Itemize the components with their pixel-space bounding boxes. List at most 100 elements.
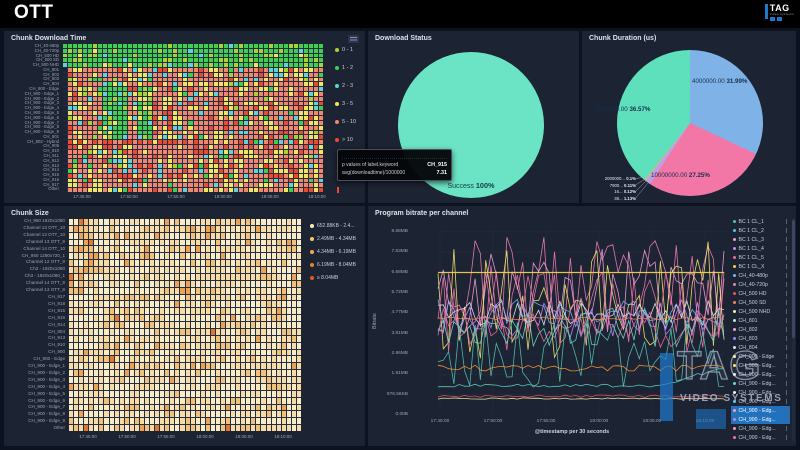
legend-item[interactable]: 652.88KB - 2.4... xyxy=(310,223,356,229)
tooltip-row: avg(downloadtime)/1000000 7.31 xyxy=(342,170,447,176)
x-tick-label: 17:45:00 xyxy=(430,419,450,424)
legend-dot-icon xyxy=(733,247,736,250)
legend-item[interactable]: CH_500 NHD xyxy=(731,307,790,316)
x-tick-label: 18:00:00 xyxy=(196,434,214,439)
legend-item[interactable]: CH_900 - Edg... xyxy=(731,388,790,397)
legend-tick-icon xyxy=(786,381,787,386)
legend-item[interactable]: 5 - 10 xyxy=(335,119,356,125)
legend-item[interactable]: CH_900 - Edg... xyxy=(731,433,790,442)
hm-row-label: CH_900 - Edge_7 xyxy=(28,404,65,410)
hm2-grid[interactable] xyxy=(69,219,301,431)
legend-item[interactable]: CH_900 - Edg... xyxy=(731,415,790,424)
hm1-grid[interactable] xyxy=(63,44,323,192)
legend-item[interactable]: 4.34MB - 6.19MB xyxy=(310,249,356,255)
legend-item[interactable]: > 10 xyxy=(335,137,356,143)
legend-item[interactable]: CH_40-480p xyxy=(731,271,790,280)
pie-slice-label: Success 100% xyxy=(447,181,495,190)
hm-row-label: CH_914 xyxy=(48,321,65,327)
hm1-legend: 0 - 1 1 - 2 2 - 3 3 - 5 5 - 10 > 10 xyxy=(335,47,356,143)
hm-row-label: CH_900 xyxy=(48,349,65,355)
hm-row-label: Ch3 - 1920x1080_1 xyxy=(24,273,65,279)
panel-chunk-download-time: Chunk Download Time CH_40-480p CH_40-720p… xyxy=(4,31,365,203)
legend-scrollbar[interactable] xyxy=(792,218,795,442)
legend-item[interactable]: CH_900 - Edg... xyxy=(731,370,790,379)
bitrate-plot[interactable] xyxy=(414,222,730,418)
panel-menu-icon[interactable] xyxy=(348,35,359,43)
legend-item[interactable]: BC 1 CL_4 xyxy=(731,244,790,253)
legend-dot-icon xyxy=(335,138,339,142)
legend-dot-icon xyxy=(335,84,339,88)
legend-tick-icon xyxy=(786,345,787,350)
hm-row-label: Channel 12 OTT_9 xyxy=(25,259,65,265)
x-tick-label: 17:45:00 xyxy=(73,194,91,199)
hm2-rows: CH_950 1920x1080 Channel 13 OTT_10 Channel… xyxy=(4,218,65,431)
hm-row-label: CH_950 1280x720_1 xyxy=(21,252,65,258)
legend-item[interactable]: CH_803 xyxy=(731,334,790,343)
hm-row-label: Channel 13 OTT_9 xyxy=(25,238,65,244)
legend-dot-icon xyxy=(733,418,736,421)
legend-item[interactable]: 6.19MB - 8.04MB xyxy=(310,262,356,268)
panel-title-chunk-size[interactable]: Chunk Size xyxy=(11,210,49,217)
legend-item[interactable]: CH_40-720p xyxy=(731,280,790,289)
x-tick-label: 18:05:00 xyxy=(261,194,279,199)
legend-tick-icon xyxy=(786,399,787,404)
x-tick-label: 18:10:00 xyxy=(695,419,715,424)
legend-item[interactable]: CH_900 - Edg... xyxy=(731,406,790,415)
hm1-rows: CH_40-480p CH_40-720p CH_500 HD CH_500 SD CH… xyxy=(4,43,59,192)
x-tick-label: 18:00:00 xyxy=(589,419,609,424)
legend-item[interactable]: BC 1 CL_1 xyxy=(731,217,790,226)
legend-dot-icon xyxy=(733,238,736,241)
legend-dot-icon xyxy=(335,66,339,70)
x-tick-label: 18:05:00 xyxy=(642,419,662,424)
legend-item[interactable]: 0 - 1 xyxy=(335,47,356,53)
legend-item[interactable]: CH_801 xyxy=(731,316,790,325)
y-tick-label: 976.56KB xyxy=(386,391,408,397)
y-tick-label: 0.00B xyxy=(395,412,408,417)
legend-item[interactable]: ≥ 8.04MB xyxy=(310,275,356,281)
legend-item[interactable]: 2.49MB - 4.34MB xyxy=(310,236,356,242)
hm-row-label: CH_900 - Edge_3 xyxy=(28,376,65,382)
legend-item[interactable]: 3 - 5 xyxy=(335,101,356,107)
panel-title-chunk-download-time[interactable]: Chunk Download Time xyxy=(11,35,86,42)
legend-tick-icon xyxy=(786,327,787,332)
legend-item[interactable]: CH_500 HD xyxy=(731,289,790,298)
legend-tick-icon xyxy=(786,390,787,395)
legend-dot-icon xyxy=(310,237,314,241)
hm-row-label: CH_900 - Edge_5 xyxy=(28,390,65,396)
y-tick-label: 8.58MB xyxy=(391,228,408,234)
legend-item[interactable]: CH_900 - Edg... xyxy=(731,397,790,406)
y-tick-label: 4.77MB xyxy=(391,310,408,316)
panel-title-chunk-duration[interactable]: Chunk Duration (us) xyxy=(589,35,656,42)
legend-item[interactable]: BC 1 CL_X xyxy=(731,262,790,271)
legend-item[interactable]: CH_804 xyxy=(731,343,790,352)
tag-logo: TAG video systems xyxy=(764,4,794,21)
legend-dot-icon xyxy=(733,274,736,277)
dashboard: OTT TAG video systems Chunk Download Tim… xyxy=(0,0,800,450)
legend-item[interactable]: CH_500 SD xyxy=(731,298,790,307)
x-tick-label: 17:50:00 xyxy=(118,434,136,439)
legend-item[interactable]: CH_900 - Edge xyxy=(731,352,790,361)
legend-dot-icon xyxy=(733,292,736,295)
tooltip-series-tick xyxy=(337,187,339,193)
panel-title-download-status[interactable]: Download Status xyxy=(375,35,432,42)
legend-item[interactable]: BC 1 CL_2 xyxy=(731,226,790,235)
legend-item[interactable]: CH_900 - Edg... xyxy=(731,424,790,433)
hm-row-label: CH_910 xyxy=(48,342,65,348)
legend-item[interactable]: 2 - 3 xyxy=(335,83,356,89)
legend-item[interactable]: 1 - 2 xyxy=(335,65,356,71)
logo-sub: video systems xyxy=(769,12,794,16)
hm-row-label: CH_915 xyxy=(48,307,65,313)
legend-item[interactable]: CH_900 - Edg... xyxy=(731,361,790,370)
legend-dot-icon xyxy=(733,337,736,340)
legend-item[interactable]: BC 1 CL_5 xyxy=(731,253,790,262)
pie-slice-label: 10000000.00 27.25% xyxy=(651,172,710,179)
legend-dot-icon xyxy=(733,436,736,439)
legend-item[interactable]: CH_802 xyxy=(731,325,790,334)
panel-chunk-duration: Chunk Duration (us) 4000000.00 31.99% 78… xyxy=(582,31,796,203)
legend-item[interactable]: BC 1 CL_3 xyxy=(731,235,790,244)
hm-row-label: Other xyxy=(48,186,59,192)
legend-dot-icon xyxy=(310,224,314,228)
legend-item[interactable]: CH_900 - Edg... xyxy=(731,379,790,388)
x-tick-label: 17:55:00 xyxy=(157,434,175,439)
legend-dot-icon xyxy=(733,427,736,430)
